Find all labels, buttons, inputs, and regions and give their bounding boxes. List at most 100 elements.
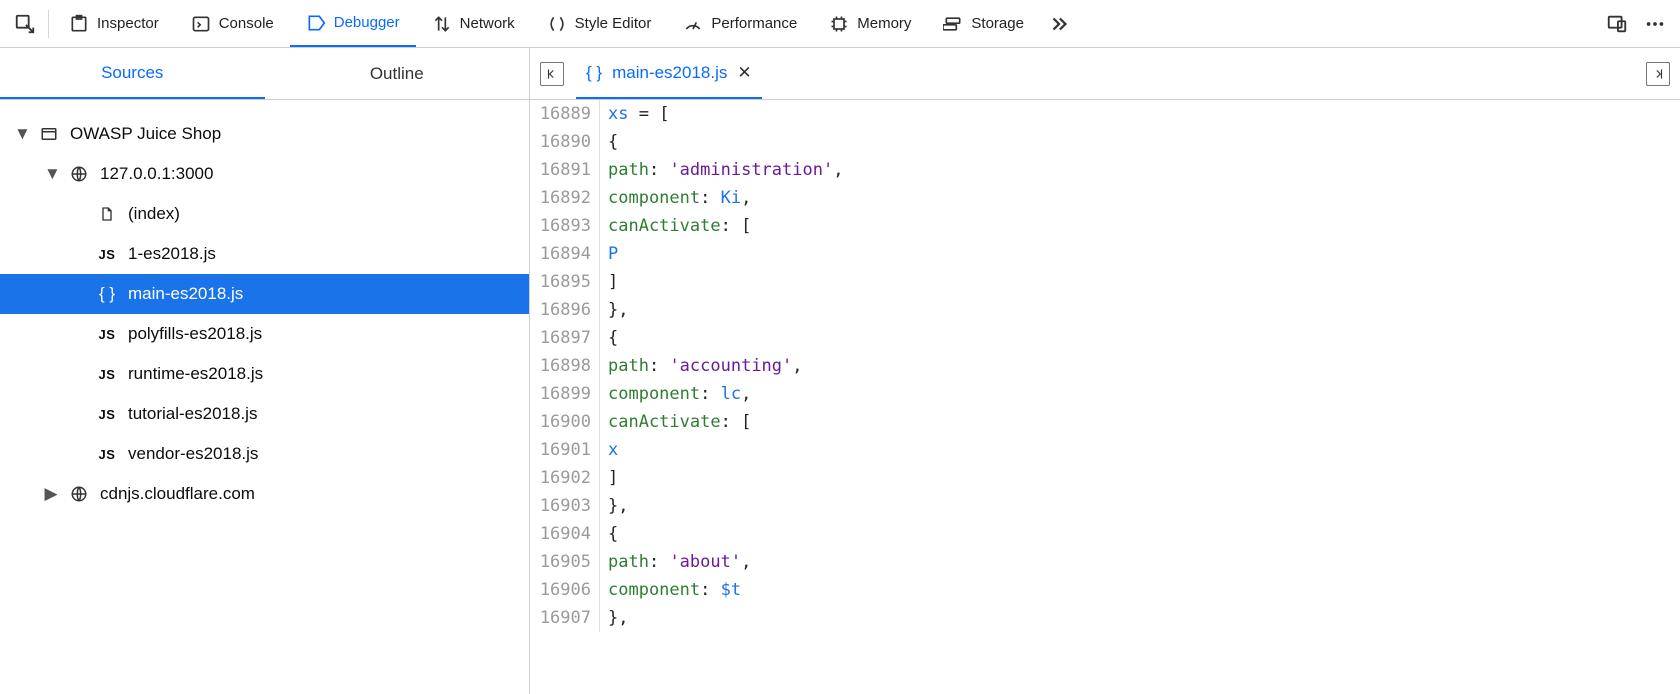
tree-label: cdnjs.cloudflare.com bbox=[100, 484, 255, 504]
line-source: component: Ki, bbox=[600, 184, 751, 212]
tab-storage[interactable]: Storage bbox=[927, 0, 1040, 47]
inspector-icon bbox=[69, 14, 89, 34]
tree-file-tutorial[interactable]: JS tutorial-es2018.js bbox=[0, 394, 529, 434]
tree-file-polyfills[interactable]: JS polyfills-es2018.js bbox=[0, 314, 529, 354]
left-tabs: Sources Outline bbox=[0, 48, 529, 100]
tree-label: 127.0.0.1:3000 bbox=[100, 164, 213, 184]
kebab-menu-button[interactable] bbox=[1636, 5, 1674, 43]
tree-file-1[interactable]: JS 1-es2018.js bbox=[0, 234, 529, 274]
console-icon bbox=[191, 14, 211, 34]
line-source: { bbox=[600, 520, 618, 548]
code-line[interactable]: 16896}, bbox=[530, 296, 1680, 324]
code-line[interactable]: 16894P bbox=[530, 240, 1680, 268]
code-line[interactable]: 16892component: Ki, bbox=[530, 184, 1680, 212]
tab-inspector[interactable]: Inspector bbox=[53, 0, 175, 47]
chevron-double-right-icon bbox=[1048, 13, 1070, 35]
code-line[interactable]: 16905path: 'about', bbox=[530, 548, 1680, 576]
line-source: component: lc, bbox=[600, 380, 751, 408]
toggle-right-pane-button[interactable] bbox=[1646, 62, 1670, 86]
close-tab-button[interactable]: ✕ bbox=[737, 63, 751, 83]
line-source: path: 'accounting', bbox=[600, 352, 803, 380]
js-icon: JS bbox=[96, 247, 118, 262]
code-line[interactable]: 16890{ bbox=[530, 128, 1680, 156]
js-icon: JS bbox=[96, 447, 118, 462]
line-number[interactable]: 16904 bbox=[530, 520, 600, 548]
code-editor[interactable]: 16889xs = [16890{16891path: 'administrat… bbox=[530, 100, 1680, 694]
code-line[interactable]: 16906component: $t bbox=[530, 576, 1680, 604]
toggle-left-pane-button[interactable] bbox=[540, 62, 564, 86]
line-number[interactable]: 16894 bbox=[530, 240, 600, 268]
line-source: canActivate: [ bbox=[600, 408, 751, 436]
pick-element-button[interactable] bbox=[6, 5, 44, 43]
code-line[interactable]: 16903}, bbox=[530, 492, 1680, 520]
kebab-icon bbox=[1644, 13, 1666, 35]
storage-icon bbox=[943, 14, 963, 34]
tree-file-runtime[interactable]: JS runtime-es2018.js bbox=[0, 354, 529, 394]
line-source: path: 'administration', bbox=[600, 156, 843, 184]
code-line[interactable]: 16899component: lc, bbox=[530, 380, 1680, 408]
tree-file-main[interactable]: { } main-es2018.js bbox=[0, 274, 529, 314]
tab-sources[interactable]: Sources bbox=[0, 48, 265, 99]
code-line[interactable]: 16901x bbox=[530, 436, 1680, 464]
file-tab-main[interactable]: { } main-es2018.js ✕ bbox=[576, 48, 762, 99]
line-number[interactable]: 16891 bbox=[530, 156, 600, 184]
tree-host[interactable]: ▼ 127.0.0.1:3000 bbox=[0, 154, 529, 194]
line-number[interactable]: 16899 bbox=[530, 380, 600, 408]
line-number[interactable]: 16901 bbox=[530, 436, 600, 464]
globe-icon bbox=[68, 485, 90, 503]
code-line[interactable]: 16895] bbox=[530, 268, 1680, 296]
tab-network[interactable]: Network bbox=[416, 0, 531, 47]
line-number[interactable]: 16898 bbox=[530, 352, 600, 380]
tree-file-index[interactable]: (index) bbox=[0, 194, 529, 234]
tab-label: Sources bbox=[101, 63, 163, 83]
line-number[interactable]: 16902 bbox=[530, 464, 600, 492]
tree-label: runtime-es2018.js bbox=[128, 364, 263, 384]
tab-label: Inspector bbox=[97, 15, 159, 32]
tree-label: tutorial-es2018.js bbox=[128, 404, 257, 424]
code-line[interactable]: 16889xs = [ bbox=[530, 100, 1680, 128]
code-line[interactable]: 16898path: 'accounting', bbox=[530, 352, 1680, 380]
tree-host-cdnjs[interactable]: ▶ cdnjs.cloudflare.com bbox=[0, 474, 529, 514]
tab-memory[interactable]: Memory bbox=[813, 0, 927, 47]
code-line[interactable]: 16904{ bbox=[530, 520, 1680, 548]
tree-root[interactable]: ▼ OWASP Juice Shop bbox=[0, 114, 529, 154]
tab-performance[interactable]: Performance bbox=[667, 0, 813, 47]
overflow-tabs-button[interactable] bbox=[1040, 5, 1078, 43]
line-number[interactable]: 16895 bbox=[530, 268, 600, 296]
braces-icon: { } bbox=[96, 284, 118, 304]
code-line[interactable]: 16900canActivate: [ bbox=[530, 408, 1680, 436]
line-number[interactable]: 16890 bbox=[530, 128, 600, 156]
code-line[interactable]: 16893canActivate: [ bbox=[530, 212, 1680, 240]
code-line[interactable]: 16902] bbox=[530, 464, 1680, 492]
tree-label: main-es2018.js bbox=[128, 284, 243, 304]
line-number[interactable]: 16893 bbox=[530, 212, 600, 240]
line-number[interactable]: 16892 bbox=[530, 184, 600, 212]
tab-label: Storage bbox=[971, 15, 1024, 32]
js-icon: JS bbox=[96, 367, 118, 382]
line-number[interactable]: 16906 bbox=[530, 576, 600, 604]
tree-file-vendor[interactable]: JS vendor-es2018.js bbox=[0, 434, 529, 474]
tab-label: Network bbox=[460, 15, 515, 32]
tab-outline[interactable]: Outline bbox=[265, 48, 530, 99]
code-line[interactable]: 16907}, bbox=[530, 604, 1680, 632]
line-source: component: $t bbox=[600, 576, 741, 604]
line-number[interactable]: 16900 bbox=[530, 408, 600, 436]
tab-debugger[interactable]: Debugger bbox=[290, 0, 416, 47]
code-line[interactable]: 16891path: 'administration', bbox=[530, 156, 1680, 184]
tree-label: OWASP Juice Shop bbox=[70, 124, 221, 144]
line-number[interactable]: 16903 bbox=[530, 492, 600, 520]
sources-panel: Sources Outline ▼ OWASP Juice Shop ▼ 127… bbox=[0, 48, 530, 694]
line-number[interactable]: 16897 bbox=[530, 324, 600, 352]
js-icon: JS bbox=[96, 407, 118, 422]
code-line[interactable]: 16897{ bbox=[530, 324, 1680, 352]
responsive-design-button[interactable] bbox=[1598, 5, 1636, 43]
tab-console[interactable]: Console bbox=[175, 0, 290, 47]
line-number[interactable]: 16896 bbox=[530, 296, 600, 324]
tab-label: Console bbox=[219, 15, 274, 32]
tab-styleeditor[interactable]: Style Editor bbox=[531, 0, 668, 47]
file-tab-label: main-es2018.js bbox=[612, 63, 727, 83]
line-number[interactable]: 16889 bbox=[530, 100, 600, 128]
globe-icon bbox=[68, 165, 90, 183]
line-number[interactable]: 16907 bbox=[530, 604, 600, 632]
line-number[interactable]: 16905 bbox=[530, 548, 600, 576]
